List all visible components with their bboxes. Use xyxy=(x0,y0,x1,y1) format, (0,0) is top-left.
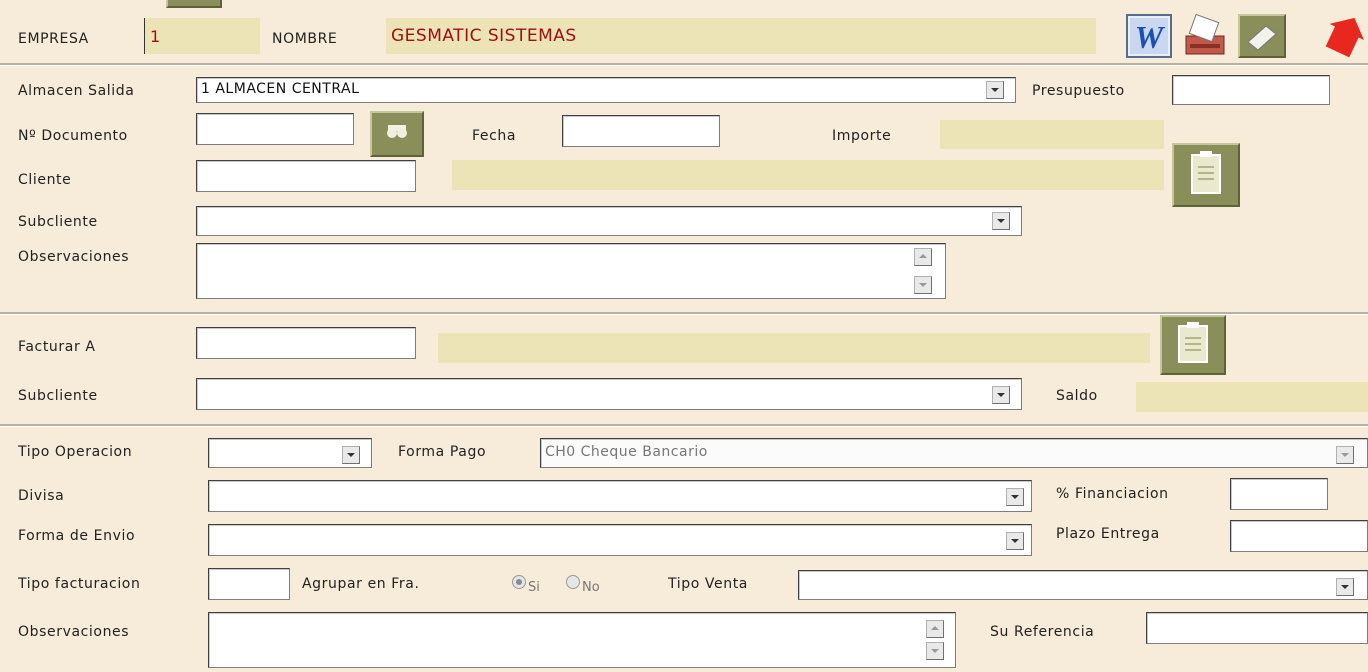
nombre-value: GESMATIC SISTEMAS xyxy=(391,26,577,46)
billing-subcliente-dropdown-icon[interactable] xyxy=(992,386,1010,404)
presupuesto-input[interactable] xyxy=(1172,75,1330,105)
divisa-dropdown-icon[interactable] xyxy=(1006,488,1024,506)
nombre-field: GESMATIC SISTEMAS xyxy=(386,18,1096,54)
agrupar-si-radio[interactable] xyxy=(512,575,526,589)
num-documento-label: Nº Documento xyxy=(18,128,128,144)
num-documento-input[interactable] xyxy=(196,113,354,145)
forma-envio-label: Forma de Envio xyxy=(18,528,136,544)
observaciones-label: Observaciones xyxy=(18,249,130,265)
cliente-lookup-button[interactable] xyxy=(1172,143,1240,207)
plazo-entrega-label: Plazo Entrega xyxy=(1056,526,1160,542)
cliente-label: Cliente xyxy=(18,172,72,188)
agrupar-si-label: Si xyxy=(528,580,540,595)
financiacion-label: % Financiacion xyxy=(1056,486,1169,502)
forma-pago-select[interactable]: CH0 Cheque Bancario xyxy=(540,438,1368,468)
exit-icon xyxy=(1325,17,1365,58)
tipo-facturacion-input[interactable] xyxy=(208,568,290,600)
saldo-label: Saldo xyxy=(1056,388,1098,404)
search-document-button[interactable] xyxy=(370,111,424,157)
tipo-venta-dropdown-icon[interactable] xyxy=(1336,578,1354,596)
observaciones-scroll-up-icon[interactable] xyxy=(914,248,932,266)
agrupar-label: Agrupar en Fra. xyxy=(302,576,420,592)
print-icon xyxy=(1182,13,1228,58)
cliente-name-field xyxy=(452,160,1164,190)
eraser-icon xyxy=(1247,25,1277,51)
tipo-operacion-dropdown-icon[interactable] xyxy=(342,446,360,464)
almacen-value: 1 ALMACEN CENTRAL xyxy=(201,81,360,97)
importe-field xyxy=(940,120,1164,149)
forma-envio-dropdown-icon[interactable] xyxy=(1006,532,1024,550)
word-button[interactable]: W xyxy=(1126,14,1172,58)
divider-billing xyxy=(0,424,1368,427)
top-partial-button[interactable] xyxy=(166,0,222,8)
importe-label: Importe xyxy=(832,128,892,144)
tipo-venta-select[interactable] xyxy=(798,570,1368,600)
subcliente-dropdown-icon[interactable] xyxy=(992,212,1010,230)
su-referencia-label: Su Referencia xyxy=(990,624,1095,640)
print-button[interactable] xyxy=(1182,13,1228,58)
observaciones-textarea[interactable] xyxy=(196,243,946,299)
forma-pago-label: Forma Pago xyxy=(398,444,487,460)
facturar-input[interactable] xyxy=(196,327,416,359)
svg-text:W: W xyxy=(1135,19,1166,55)
agrupar-no-label: No xyxy=(582,580,600,595)
clipboard-icon xyxy=(1178,322,1208,363)
tipo-venta-label: Tipo Venta xyxy=(668,576,748,592)
exit-button[interactable] xyxy=(1324,14,1368,58)
billing-subcliente-select[interactable] xyxy=(196,378,1022,410)
empresa-field[interactable]: 1 xyxy=(144,18,260,54)
forma-envio-select[interactable] xyxy=(208,524,1032,556)
divider-header xyxy=(0,63,1368,66)
saldo-field xyxy=(1136,382,1368,412)
clipboard-icon xyxy=(1191,151,1221,194)
subcliente-label: Subcliente xyxy=(18,214,98,230)
fecha-label: Fecha xyxy=(472,128,517,144)
operation-observaciones-scroll-down-icon[interactable] xyxy=(926,642,944,660)
facturar-lookup-button[interactable] xyxy=(1160,315,1226,375)
word-icon: W xyxy=(1126,14,1172,58)
presupuesto-label: Presupuesto xyxy=(1032,83,1125,99)
fecha-input[interactable] xyxy=(562,115,720,147)
almacen-dropdown-icon[interactable] xyxy=(986,81,1004,99)
forma-pago-dropdown-icon[interactable] xyxy=(1336,446,1354,464)
nombre-label: NOMBRE xyxy=(272,31,338,47)
financiacion-input[interactable] xyxy=(1230,478,1328,510)
cliente-input[interactable] xyxy=(196,160,416,192)
divisa-label: Divisa xyxy=(18,488,65,504)
facturar-name-field xyxy=(438,333,1150,363)
tipo-operacion-label: Tipo Operacion xyxy=(18,444,133,460)
billing-subcliente-label: Subcliente xyxy=(18,388,98,404)
facturar-label: Facturar A xyxy=(18,339,96,355)
plazo-entrega-input[interactable] xyxy=(1230,520,1368,552)
clear-button[interactable] xyxy=(1238,14,1286,58)
subcliente-select[interactable] xyxy=(196,206,1022,236)
binoculars-icon xyxy=(387,125,407,138)
operation-observaciones-textarea[interactable] xyxy=(208,612,956,668)
empresa-value: 1 xyxy=(150,27,161,46)
forma-pago-value: CH0 Cheque Bancario xyxy=(545,444,708,460)
operation-observaciones-scroll-up-icon[interactable] xyxy=(926,620,944,638)
observaciones-scroll-down-icon[interactable] xyxy=(914,276,932,294)
su-referencia-input[interactable] xyxy=(1146,612,1368,644)
almacen-label: Almacen Salida xyxy=(18,83,135,99)
operation-observaciones-label: Observaciones xyxy=(18,624,130,640)
tipo-facturacion-label: Tipo facturacion xyxy=(18,576,141,592)
divisa-select[interactable] xyxy=(208,480,1032,512)
agrupar-no-radio[interactable] xyxy=(566,575,580,589)
empresa-label: EMPRESA xyxy=(18,31,89,47)
almacen-select[interactable]: 1 ALMACEN CENTRAL xyxy=(196,77,1016,103)
